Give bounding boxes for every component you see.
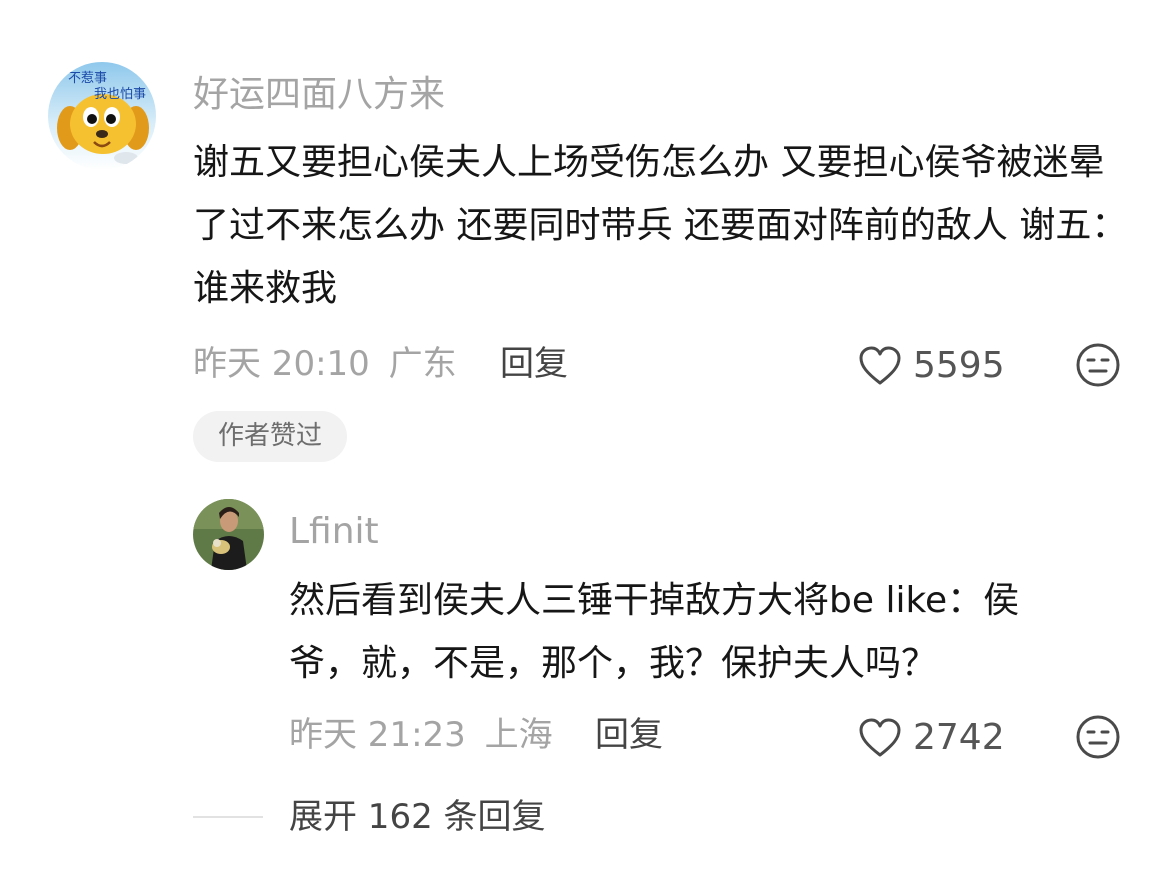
like-button[interactable]: 2742 xyxy=(857,716,1005,760)
expand-replies-label: 展开 162 条回复 xyxy=(289,797,546,837)
avatar[interactable]: 不惹事 我也怕事 xyxy=(48,62,156,170)
expand-replies-button[interactable]: 展开 162 条回复 xyxy=(193,795,546,839)
comment-location: 广东 xyxy=(388,344,457,384)
comment-location: 上海 xyxy=(484,715,553,755)
comment-meta: 昨天 21:23 上海 xyxy=(289,713,553,757)
reply-button[interactable]: 回复 xyxy=(595,713,663,757)
svg-text:不惹事: 不惹事 xyxy=(68,71,107,86)
divider xyxy=(193,816,263,818)
heart-outline-icon xyxy=(857,345,903,387)
author-liked-badge: 作者赞过 xyxy=(193,411,347,462)
reply-button[interactable]: 回复 xyxy=(500,342,568,386)
comment-text: 谢五又要担心侯夫人上场受伤怎么办 又要担心侯爷被迷晕了过不来怎么办 还要同时带兵… xyxy=(193,142,1128,309)
neutral-face-icon[interactable] xyxy=(1075,342,1121,388)
neutral-face-icon[interactable] xyxy=(1075,714,1121,760)
username[interactable]: Lfinit xyxy=(289,510,379,554)
username[interactable]: 好运四面八方来 xyxy=(193,73,445,117)
like-button[interactable]: 5595 xyxy=(857,344,1005,388)
avatar[interactable] xyxy=(193,499,264,570)
like-count: 2742 xyxy=(913,717,1005,758)
comment-time: 昨天 20:10 xyxy=(193,344,370,384)
comment-text: 然后看到侯夫人三锤干掉敌方大将be like：侯爷，就，不是，那个，我？保护夫人… xyxy=(289,580,1020,684)
like-count: 5595 xyxy=(913,345,1005,386)
heart-outline-icon xyxy=(857,717,903,759)
comment-time: 昨天 21:23 xyxy=(289,715,466,755)
comment-meta: 昨天 20:10 广东 xyxy=(193,342,457,386)
svg-text:我也怕事: 我也怕事 xyxy=(94,87,146,102)
comment-thread: 不惹事 我也怕事 好运四面八方来 谢五又要担心侯夫人上场受伤怎么办 又要担心侯爷… xyxy=(0,0,1170,876)
